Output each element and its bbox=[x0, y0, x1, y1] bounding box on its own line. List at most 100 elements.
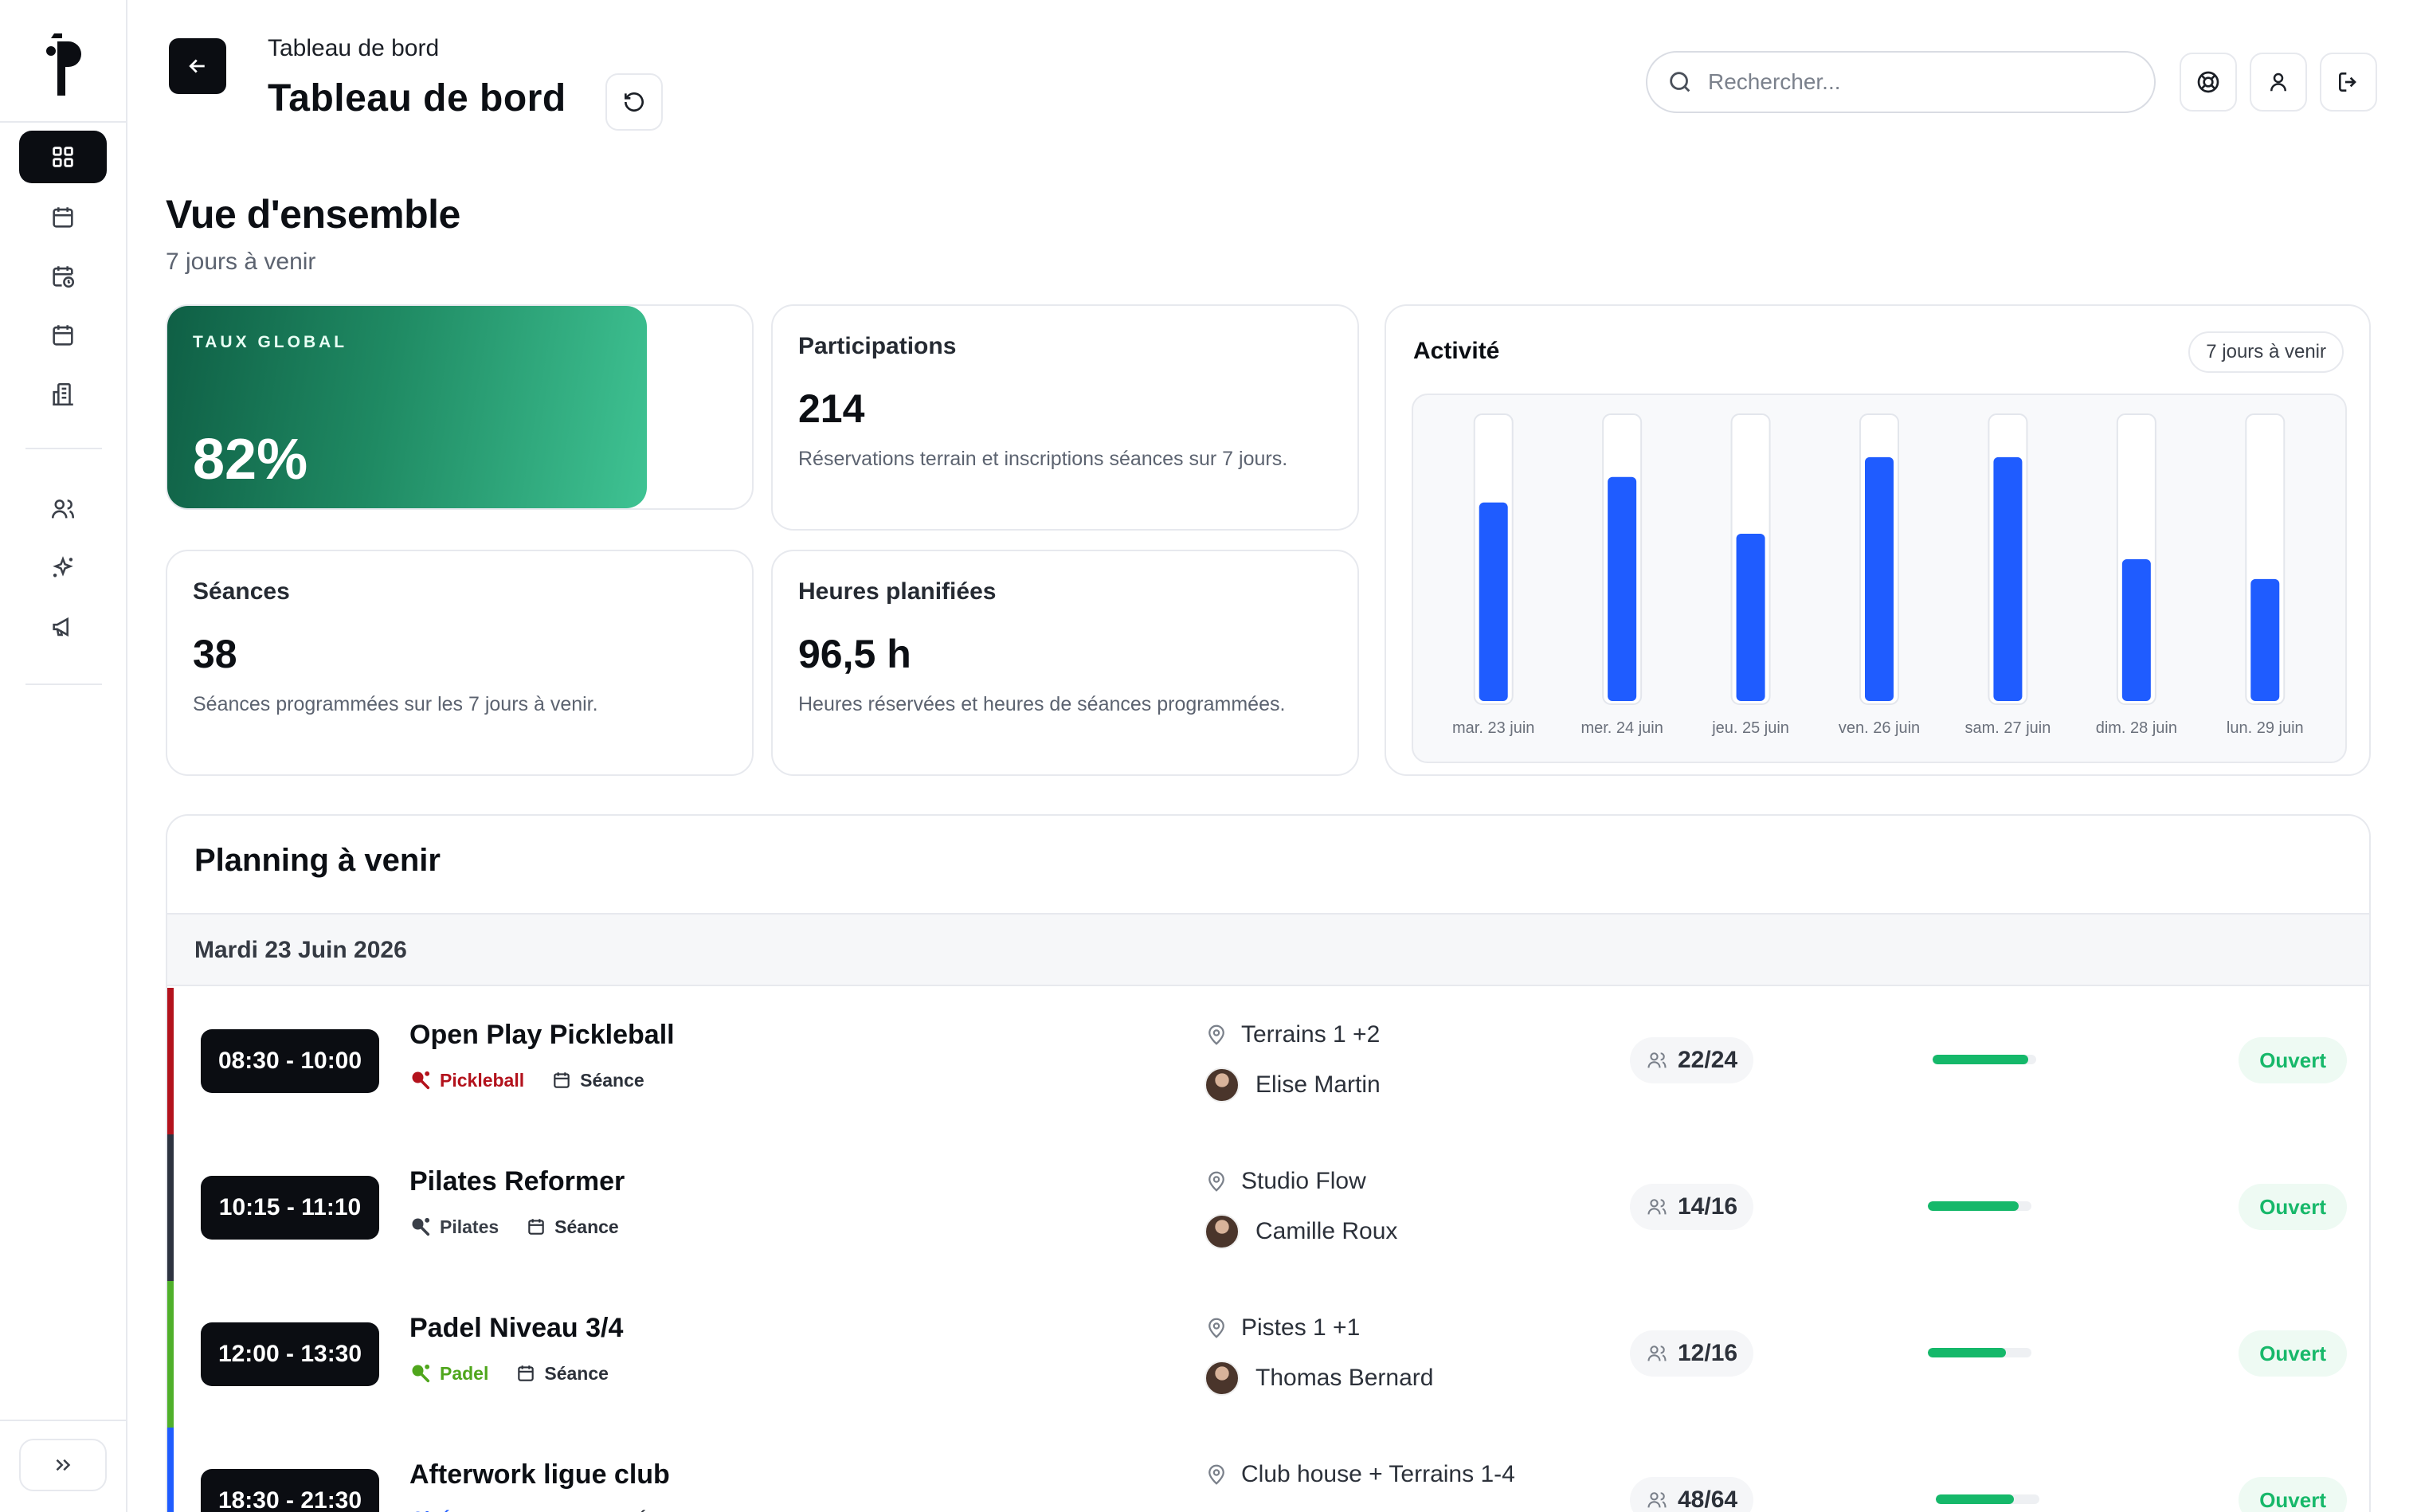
x-tick-label: lun. 29 juin bbox=[2227, 719, 2304, 737]
users-icon bbox=[1647, 1492, 1667, 1508]
coach-name: Thomas Bernard bbox=[1255, 1365, 1434, 1391]
search-input[interactable] bbox=[1708, 69, 2122, 95]
nav-dashboard[interactable] bbox=[19, 131, 107, 183]
type-label: Séance bbox=[580, 1069, 644, 1091]
expand-sidebar-button[interactable] bbox=[19, 1439, 107, 1491]
capacity-progress-fill bbox=[1928, 1348, 2006, 1357]
capacity-progress bbox=[1928, 1201, 2031, 1211]
nav-calendar[interactable] bbox=[19, 191, 107, 244]
kpi-value: 38 bbox=[193, 632, 237, 676]
chart-bar[interactable] bbox=[2250, 578, 2280, 701]
seances-card: Séances 38 Séances programmées sur les 7… bbox=[166, 550, 754, 776]
event-row[interactable]: 18:30 - 21:30 Afterwork ligue club Événeme… bbox=[167, 1428, 2369, 1512]
event-location: Club house + Terrains 1-4 bbox=[1204, 1461, 1515, 1488]
x-tick-label: mar. 23 juin bbox=[1452, 719, 1534, 737]
taux-value: 82% bbox=[193, 428, 308, 492]
calendar-icon bbox=[518, 1365, 535, 1381]
chart-bar[interactable] bbox=[1993, 456, 2023, 701]
event-title[interactable]: Open Play Pickleball bbox=[409, 1020, 675, 1051]
event-time: 08:30 - 10:00 bbox=[201, 1029, 379, 1093]
activity-range-pill[interactable]: 7 jours à venir bbox=[2188, 331, 2344, 373]
capacity-pill: 14/16 bbox=[1630, 1184, 1754, 1230]
calendar-clock-icon bbox=[53, 266, 75, 288]
type-tag: Événement bbox=[607, 1510, 734, 1512]
kpi-description: Séances programmées sur les 7 jours à ve… bbox=[193, 693, 598, 715]
type-tag: Séance bbox=[526, 1216, 619, 1238]
location-label: Club house + Terrains 1-4 bbox=[1241, 1461, 1515, 1487]
sparkles-icon bbox=[53, 556, 73, 578]
nav-events[interactable] bbox=[19, 309, 107, 362]
capacity-pill: 22/24 bbox=[1630, 1037, 1754, 1083]
location-label: Terrains 1 +2 bbox=[1241, 1021, 1381, 1048]
capacity-value: 22/24 bbox=[1678, 1047, 1738, 1073]
status-badge: Ouvert bbox=[2239, 1037, 2347, 1083]
capacity-value: 14/16 bbox=[1678, 1193, 1738, 1220]
event-row[interactable]: 08:30 - 10:00 Open Play Pickleball Pickleb… bbox=[167, 988, 2369, 1134]
event-title[interactable]: Padel Niveau 3/4 bbox=[409, 1313, 623, 1344]
overview-title: Vue d'ensemble bbox=[166, 192, 460, 237]
sport-label: Événement club bbox=[440, 1510, 580, 1512]
chart-bar[interactable] bbox=[1608, 476, 1637, 701]
date-label: Mardi 23 Juin 2026 bbox=[194, 937, 407, 963]
coach-name: Camille Roux bbox=[1255, 1218, 1398, 1244]
type-tag: Séance bbox=[515, 1363, 609, 1385]
nav-facilities[interactable] bbox=[19, 368, 107, 421]
heures-card: Heures planifiées 96,5 h Heures réservée… bbox=[771, 550, 1359, 776]
capacity-pill: 12/16 bbox=[1630, 1330, 1754, 1377]
x-tick-label: sam. 27 juin bbox=[1965, 719, 2051, 737]
search-box[interactable] bbox=[1646, 51, 2156, 113]
event-title[interactable]: Pilates Reformer bbox=[409, 1166, 625, 1197]
breadcrumb[interactable]: Tableau de bord bbox=[268, 35, 439, 62]
arrow-left-icon bbox=[189, 59, 205, 73]
profile-button[interactable] bbox=[2250, 53, 2307, 112]
status-badge: Ouvert bbox=[2239, 1330, 2347, 1377]
lifebuoy-icon bbox=[2197, 71, 2219, 93]
event-row[interactable]: 10:15 - 11:10 Pilates Reformer Pilates Séan… bbox=[167, 1134, 2369, 1281]
back-button[interactable] bbox=[169, 38, 226, 94]
nav-members[interactable] bbox=[19, 483, 107, 535]
type-label: Séance bbox=[544, 1362, 609, 1384]
event-coach: Thomas Bernard bbox=[1204, 1361, 1433, 1396]
user-icon bbox=[2270, 72, 2286, 92]
event-location: Pistes 1 +1 bbox=[1204, 1314, 1360, 1342]
nav-ai[interactable] bbox=[19, 542, 107, 594]
coach-name: Elise Martin bbox=[1255, 1071, 1381, 1098]
event-row[interactable]: 12:00 - 13:30 Padel Niveau 3/4 Padel Séance… bbox=[167, 1281, 2369, 1428]
sport-label: Padel bbox=[440, 1362, 489, 1384]
page-title: Tableau de bord bbox=[268, 77, 566, 119]
logout-icon bbox=[2339, 72, 2356, 92]
sport-tag: Padel bbox=[409, 1362, 488, 1385]
logout-button[interactable] bbox=[2320, 53, 2377, 112]
users-icon bbox=[1647, 1199, 1667, 1215]
status-badge: Ouvert bbox=[2239, 1477, 2347, 1512]
calendar-icon bbox=[53, 207, 73, 228]
sport-label: Pickleball bbox=[440, 1069, 525, 1091]
sport-icon bbox=[415, 1510, 429, 1512]
sport-icon bbox=[412, 1364, 430, 1383]
event-color-bar bbox=[167, 1281, 174, 1428]
sidebar-divider bbox=[25, 448, 102, 449]
chart-bar[interactable] bbox=[1479, 502, 1508, 701]
capacity-progress bbox=[1928, 1348, 2031, 1357]
sidebar-divider bbox=[0, 121, 126, 123]
event-title[interactable]: Afterwork ligue club bbox=[409, 1459, 670, 1490]
users-icon bbox=[51, 499, 75, 519]
nav-campaigns[interactable] bbox=[19, 601, 107, 653]
location-label: Studio Flow bbox=[1241, 1168, 1366, 1194]
status-badge: Ouvert bbox=[2239, 1184, 2347, 1230]
taux-label: TAUX GLOBAL bbox=[193, 333, 348, 351]
chart-bar[interactable] bbox=[1865, 456, 1894, 701]
refresh-button[interactable] bbox=[605, 73, 663, 131]
nav-schedule[interactable] bbox=[19, 250, 107, 303]
chart-bar[interactable] bbox=[2121, 559, 2151, 701]
support-button[interactable] bbox=[2180, 53, 2237, 112]
event-time: 12:00 - 13:30 bbox=[201, 1322, 379, 1386]
chart-bar[interactable] bbox=[1736, 533, 1765, 701]
map-pin-icon bbox=[1208, 1318, 1224, 1338]
event-color-bar bbox=[167, 988, 174, 1134]
chevrons-right-icon bbox=[56, 1459, 71, 1471]
kpi-description: Heures réservées et heures de séances pr… bbox=[798, 693, 1286, 715]
refresh-icon bbox=[625, 92, 644, 112]
capacity-value: 12/16 bbox=[1678, 1340, 1738, 1366]
map-pin-icon bbox=[1208, 1464, 1224, 1485]
